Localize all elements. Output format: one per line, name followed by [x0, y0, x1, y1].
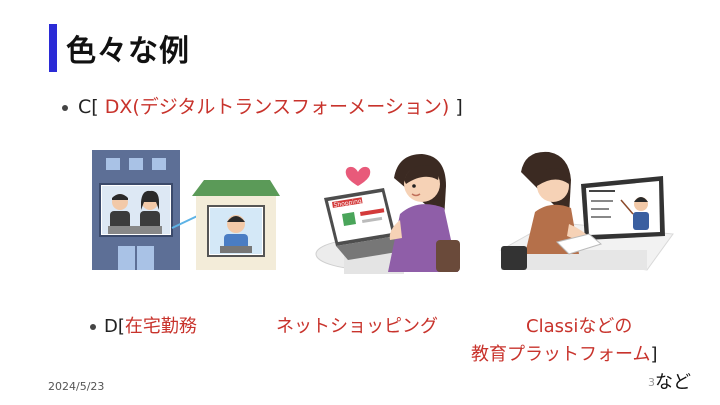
bullet-examples: D[在宅勤務 — [90, 312, 197, 338]
example-online-shopping: ネットショッピング — [276, 316, 438, 337]
online-education-illustration — [499, 151, 674, 271]
bullet-dx-highlight: DX(デジタルトランスフォーメーション) — [104, 96, 450, 118]
heart-icon — [345, 166, 371, 186]
examples-bracket-close: ] — [650, 344, 658, 365]
example-education-platform: 教育プラットフォーム — [471, 344, 651, 365]
example-education-line1: Classiなどの — [526, 316, 633, 337]
example-education-line2: 教育プラットフォーム] — [471, 340, 658, 366]
title-accent-bar — [49, 24, 57, 72]
page-number: 3 — [648, 376, 655, 389]
remote-work-illustration — [92, 150, 280, 270]
examples-prefix: D[ — [104, 316, 125, 337]
bullet-dx: C[ DX(デジタルトランスフォーメーション) ] — [62, 92, 463, 119]
page-title: 色々な例 — [66, 34, 190, 69]
examples-trailing: など — [655, 372, 691, 393]
bullet-dot — [90, 324, 96, 330]
online-shopping-illustration: Shopping — [315, 154, 460, 274]
footer-date: 2024/5/23 — [48, 380, 105, 393]
bullet-dx-prefix: C[ — [78, 96, 105, 118]
bullet-dot — [62, 104, 68, 111]
bullet-dx-suffix: ] — [449, 96, 463, 118]
example-remote-work: 在宅勤務 — [124, 316, 197, 337]
